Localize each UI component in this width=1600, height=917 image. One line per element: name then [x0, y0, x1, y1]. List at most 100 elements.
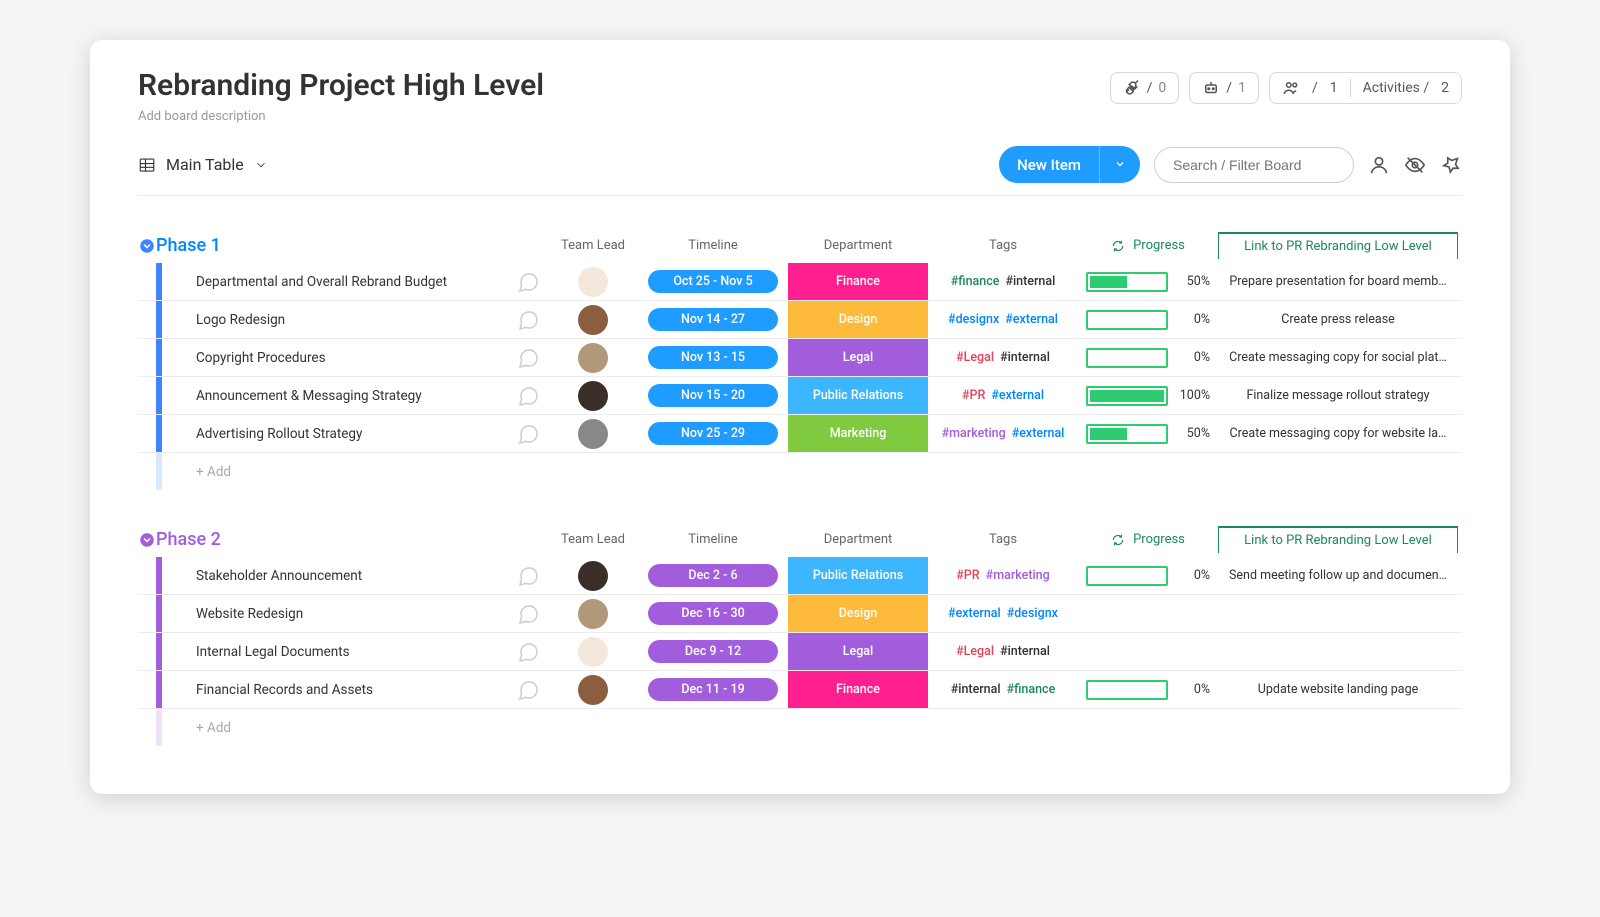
- tags-cell[interactable]: #Legal#internal: [928, 350, 1078, 365]
- automations-pill[interactable]: /1: [1189, 72, 1259, 104]
- activities-pill[interactable]: /1 Activities / 2: [1269, 72, 1462, 104]
- timeline-cell[interactable]: Nov 13 - 15: [638, 346, 788, 369]
- tag[interactable]: #finance: [951, 274, 1000, 289]
- tags-cell[interactable]: #PR #external: [928, 388, 1078, 403]
- link-cell[interactable]: Create press release: [1218, 312, 1458, 327]
- chat-button[interactable]: [516, 640, 540, 664]
- person-filter-button[interactable]: [1368, 154, 1390, 176]
- table-row[interactable]: Stakeholder Announcement Dec 2 - 6 Publi…: [138, 557, 1462, 595]
- tag[interactable]: #PR: [956, 568, 979, 583]
- table-row[interactable]: Financial Records and Assets Dec 11 - 19…: [138, 671, 1462, 709]
- tags-cell[interactable]: #Legal #internal: [928, 644, 1078, 659]
- team-lead-cell[interactable]: [548, 599, 638, 629]
- tags-cell[interactable]: #finance #internal: [928, 274, 1078, 289]
- timeline-cell[interactable]: Nov 25 - 29: [638, 422, 788, 445]
- add-item-text[interactable]: + Add: [196, 464, 1462, 480]
- tag[interactable]: #external: [1005, 312, 1058, 327]
- pin-button[interactable]: [1440, 154, 1462, 176]
- team-lead-cell[interactable]: [548, 381, 638, 411]
- tag[interactable]: #external: [1012, 426, 1065, 441]
- add-item-row[interactable]: + Add: [138, 453, 1462, 490]
- tags-cell[interactable]: #designx #external: [928, 312, 1078, 327]
- chat-button[interactable]: [516, 564, 540, 588]
- tag[interactable]: #external: [948, 606, 1001, 621]
- progress-cell[interactable]: 0%: [1078, 566, 1218, 586]
- progress-cell[interactable]: 50%: [1078, 272, 1218, 292]
- link-cell[interactable]: Finalize message rollout strategy: [1218, 388, 1458, 403]
- timeline-cell[interactable]: Oct 25 - Nov 5: [638, 270, 788, 293]
- tag[interactable]: #designx: [948, 312, 999, 327]
- tag[interactable]: #internal: [1000, 350, 1050, 365]
- hide-columns-button[interactable]: [1404, 154, 1426, 176]
- table-row[interactable]: Announcement & Messaging Strategy Nov 15…: [138, 377, 1462, 415]
- table-row[interactable]: Internal Legal Documents Dec 9 - 12 Lega…: [138, 633, 1462, 671]
- chat-button[interactable]: [516, 346, 540, 370]
- tags-cell[interactable]: #internal#finance: [928, 682, 1078, 697]
- tag[interactable]: #PR: [962, 388, 985, 403]
- view-switcher[interactable]: Main Table: [138, 155, 268, 174]
- new-item-dropdown[interactable]: [1099, 146, 1140, 183]
- link-cell[interactable]: Prepare presentation for board memb…: [1218, 274, 1458, 289]
- link-cell[interactable]: Create messaging copy for website la…: [1218, 426, 1458, 441]
- timeline-cell[interactable]: Dec 16 - 30: [638, 602, 788, 625]
- link-cell[interactable]: Create messaging copy for social plat…: [1218, 350, 1458, 365]
- team-lead-cell[interactable]: [548, 343, 638, 373]
- department-cell[interactable]: Design: [788, 595, 928, 632]
- item-name[interactable]: Financial Records and Assets: [196, 674, 516, 706]
- team-lead-cell[interactable]: [548, 675, 638, 705]
- chat-button[interactable]: [516, 602, 540, 626]
- chat-button[interactable]: [516, 422, 540, 446]
- item-name[interactable]: Website Redesign: [196, 598, 516, 630]
- tag[interactable]: #internal: [1005, 274, 1055, 289]
- table-row[interactable]: Copyright Procedures Nov 13 - 15 Legal #…: [138, 339, 1462, 377]
- team-lead-cell[interactable]: [548, 267, 638, 297]
- progress-cell[interactable]: 100%: [1078, 386, 1218, 406]
- item-name[interactable]: Copyright Procedures: [196, 342, 516, 374]
- progress-cell[interactable]: 0%: [1078, 310, 1218, 330]
- collapse-button[interactable]: [138, 237, 156, 255]
- chat-button[interactable]: [516, 678, 540, 702]
- department-cell[interactable]: Marketing: [788, 415, 928, 452]
- timeline-cell[interactable]: Dec 2 - 6: [638, 564, 788, 587]
- tag[interactable]: #marketing: [986, 568, 1050, 583]
- department-cell[interactable]: Legal: [788, 633, 928, 670]
- board-description-placeholder[interactable]: Add board description: [138, 109, 544, 124]
- item-name[interactable]: Advertising Rollout Strategy: [196, 418, 516, 450]
- department-cell[interactable]: Finance: [788, 671, 928, 708]
- tag[interactable]: #Legal: [956, 644, 994, 659]
- item-name[interactable]: Announcement & Messaging Strategy: [196, 380, 516, 412]
- timeline-cell[interactable]: Nov 14 - 27: [638, 308, 788, 331]
- link-cell[interactable]: Update website landing page: [1218, 682, 1458, 697]
- table-row[interactable]: Website Redesign Dec 16 - 30 Design #ext…: [138, 595, 1462, 633]
- group-title[interactable]: Phase 2: [156, 529, 548, 550]
- team-lead-cell[interactable]: [548, 561, 638, 591]
- department-cell[interactable]: Public Relations: [788, 557, 928, 594]
- chat-button[interactable]: [516, 270, 540, 294]
- table-row[interactable]: Departmental and Overall Rebrand Budget …: [138, 263, 1462, 301]
- tag[interactable]: #external: [991, 388, 1044, 403]
- item-name[interactable]: Logo Redesign: [196, 304, 516, 336]
- tags-cell[interactable]: #PR #marketing: [928, 568, 1078, 583]
- progress-cell[interactable]: 0%: [1078, 348, 1218, 368]
- progress-cell[interactable]: 50%: [1078, 424, 1218, 444]
- table-row[interactable]: Advertising Rollout Strategy Nov 25 - 29…: [138, 415, 1462, 453]
- team-lead-cell[interactable]: [548, 637, 638, 667]
- department-cell[interactable]: Design: [788, 301, 928, 338]
- tags-cell[interactable]: #external#designx: [928, 606, 1078, 621]
- tag[interactable]: #internal: [1000, 644, 1050, 659]
- new-item-button[interactable]: New Item: [999, 146, 1140, 183]
- team-lead-cell[interactable]: [548, 419, 638, 449]
- table-row[interactable]: Logo Redesign Nov 14 - 27 Design #design…: [138, 301, 1462, 339]
- item-name[interactable]: Internal Legal Documents: [196, 636, 516, 668]
- department-cell[interactable]: Legal: [788, 339, 928, 376]
- team-lead-cell[interactable]: [548, 305, 638, 335]
- tag[interactable]: #internal: [951, 682, 1001, 697]
- progress-cell[interactable]: 0%: [1078, 680, 1218, 700]
- item-name[interactable]: Departmental and Overall Rebrand Budget: [196, 266, 516, 298]
- chat-button[interactable]: [516, 384, 540, 408]
- timeline-cell[interactable]: Nov 15 - 20: [638, 384, 788, 407]
- add-item-row[interactable]: + Add: [138, 709, 1462, 746]
- group-title[interactable]: Phase 1: [156, 235, 548, 256]
- department-cell[interactable]: Finance: [788, 263, 928, 300]
- timeline-cell[interactable]: Dec 9 - 12: [638, 640, 788, 663]
